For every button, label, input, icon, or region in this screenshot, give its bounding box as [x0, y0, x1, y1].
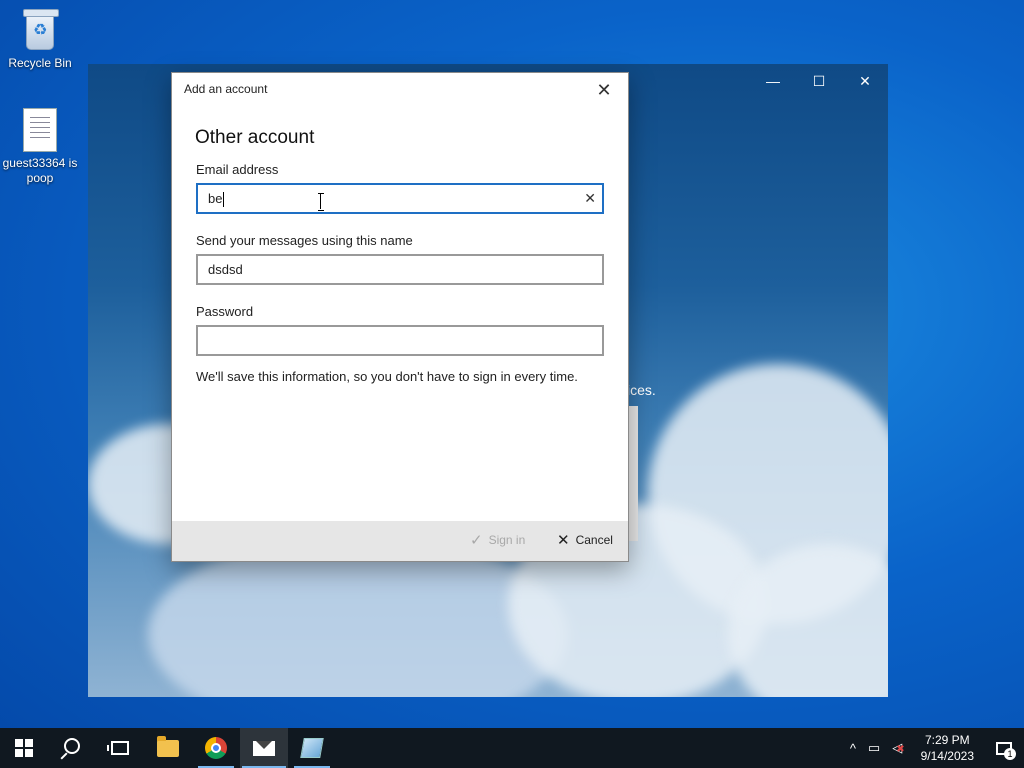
mail-button[interactable]: [240, 728, 288, 768]
chrome-button[interactable]: [192, 728, 240, 768]
display-name-value: dsdsd: [208, 262, 243, 277]
clock-date: 9/14/2023: [920, 749, 974, 763]
sign-in-button[interactable]: ✓ Sign in: [470, 531, 525, 549]
close-icon: ✕: [557, 532, 570, 549]
sign-in-label: Sign in: [488, 533, 526, 547]
dialog-footer: ✓ Sign in ✕ Cancel: [172, 521, 628, 561]
notification-count: 1: [1004, 748, 1016, 760]
app-icon: [300, 738, 324, 758]
network-icon[interactable]: ▭: [862, 740, 886, 756]
add-account-dialog: Add an account ✕ Other account Email add…: [171, 72, 629, 562]
email-label: Email address: [196, 162, 279, 177]
password-field[interactable]: [196, 325, 604, 356]
windows-logo-icon: [15, 739, 33, 757]
maximize-button[interactable]: ☐: [796, 64, 842, 98]
background-partial-text: ices.: [627, 382, 656, 398]
chrome-icon: [205, 737, 227, 759]
action-center-button[interactable]: 1: [984, 728, 1024, 768]
taskbar: ^ ▭ ◁✖ 7:29 PM 9/14/2023 1: [0, 728, 1024, 768]
show-hidden-icons-chevron-icon[interactable]: ^: [844, 741, 862, 756]
checkmark-icon: ✓: [470, 532, 483, 549]
task-view-icon: [107, 741, 129, 755]
clear-icon[interactable]: ✕: [584, 190, 596, 207]
cancel-button[interactable]: ✕ Cancel: [557, 531, 613, 549]
dialog-close-button[interactable]: ✕: [588, 77, 620, 103]
start-button[interactable]: [0, 728, 48, 768]
task-view-button[interactable]: [96, 728, 144, 768]
recycle-bin-label: Recycle Bin: [8, 56, 72, 70]
info-text: We'll save this information, so you don'…: [196, 369, 578, 384]
app-button[interactable]: [288, 728, 336, 768]
clock[interactable]: 7:29 PM 9/14/2023: [911, 732, 984, 764]
window-controls: — ☐ ✕: [750, 64, 888, 98]
ibeam-cursor-icon: [318, 193, 324, 211]
email-field[interactable]: be ✕: [196, 183, 604, 214]
search-button[interactable]: [48, 728, 96, 768]
text-caret: [223, 192, 225, 208]
dialog-title: Add an account: [184, 82, 268, 96]
minimize-button[interactable]: —: [750, 64, 796, 98]
name-label: Send your messages using this name: [196, 233, 413, 248]
text-file-desktop-icon[interactable]: guest33364 is poop: [2, 108, 78, 186]
dialog-heading: Other account: [195, 127, 315, 148]
text-file-label: guest33364 is poop: [2, 156, 78, 185]
recycle-bin-icon: [20, 8, 60, 52]
cancel-label: Cancel: [575, 533, 613, 547]
clock-time: 7:29 PM: [924, 733, 970, 747]
display-name-field[interactable]: dsdsd: [196, 254, 604, 285]
folder-icon: [157, 735, 179, 757]
mail-icon: [253, 740, 275, 756]
recycle-bin-desktop-icon[interactable]: Recycle Bin: [2, 8, 78, 71]
document-icon: [23, 108, 57, 152]
search-icon: [64, 738, 80, 754]
volume-muted-icon[interactable]: ◁✖: [886, 740, 910, 756]
file-explorer-button[interactable]: [144, 728, 192, 768]
system-tray: ^ ▭ ◁✖ 7:29 PM 9/14/2023 1: [844, 728, 1024, 768]
password-label: Password: [196, 304, 254, 319]
email-value: be: [208, 191, 223, 206]
close-window-button[interactable]: ✕: [842, 64, 888, 98]
